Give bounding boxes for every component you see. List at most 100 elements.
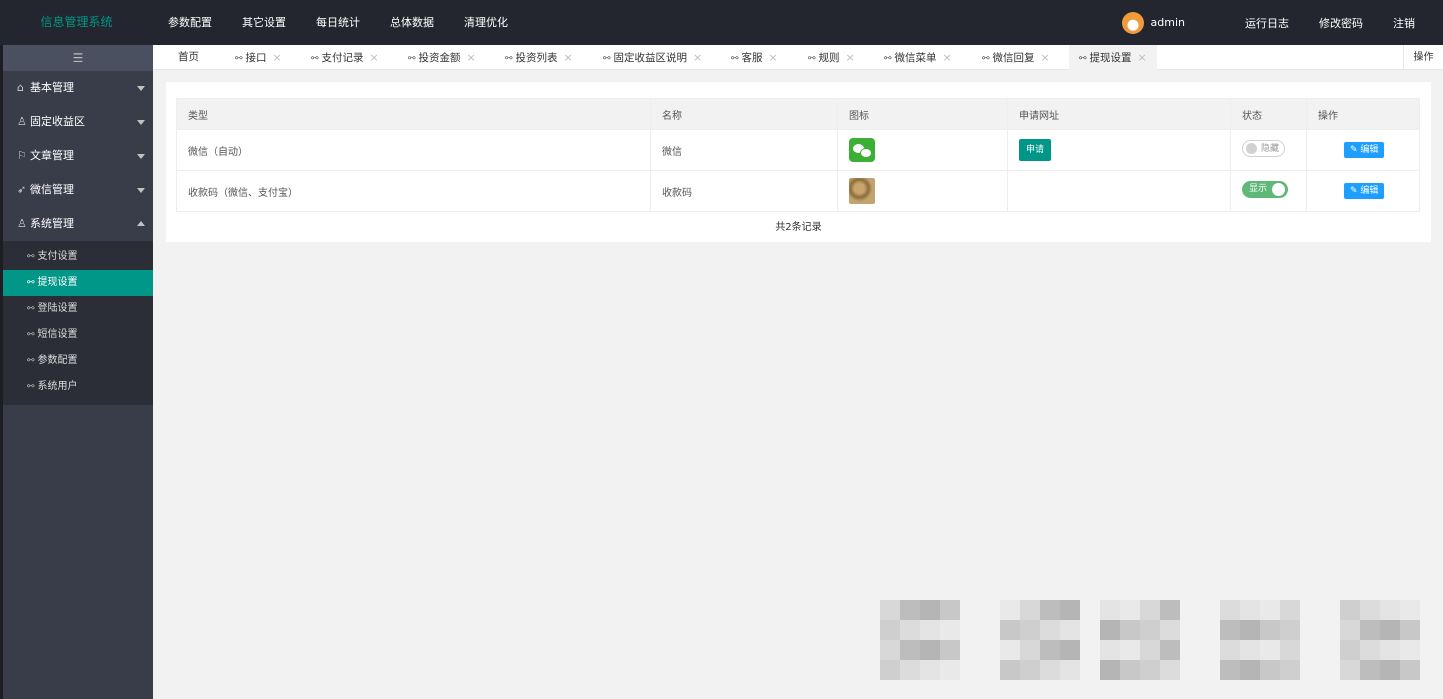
mosaic-cell bbox=[1380, 660, 1400, 680]
tab-api[interactable]: ⚯ 接口 × bbox=[235, 45, 282, 70]
mosaic-cell bbox=[940, 660, 960, 680]
link-icon: ⚯ bbox=[27, 278, 35, 288]
change-password-link[interactable]: 修改密码 bbox=[1319, 15, 1363, 31]
table-row: 收款码（微信、支付宝） 收款码 显示 ✎ 编辑 bbox=[176, 170, 1420, 212]
mosaic-cell bbox=[1040, 640, 1060, 660]
edit-button[interactable]: ✎ 编辑 bbox=[1344, 142, 1385, 158]
mosaic-cell bbox=[900, 620, 920, 640]
edit-button[interactable]: ✎ 编辑 bbox=[1344, 183, 1385, 199]
chevron-down-icon bbox=[137, 120, 145, 125]
status-toggle[interactable]: 隐藏 bbox=[1242, 140, 1285, 157]
close-icon[interactable]: × bbox=[943, 51, 952, 64]
submenu-item-pay-settings[interactable]: ⚯ 支付设置 bbox=[3, 244, 153, 270]
mosaic-cell bbox=[1100, 660, 1120, 680]
tab-label: 接口 bbox=[245, 52, 267, 64]
column-header-type: 类型 bbox=[176, 98, 651, 130]
link-icon: ⚯ bbox=[27, 382, 35, 392]
mosaic-cell bbox=[1280, 620, 1300, 640]
mosaic-cell bbox=[1100, 600, 1120, 620]
username[interactable]: admin bbox=[1151, 16, 1185, 29]
tab-wechat-menu[interactable]: ⚯ 微信菜单 × bbox=[884, 45, 952, 70]
close-icon[interactable]: × bbox=[693, 51, 702, 64]
avatar[interactable] bbox=[1121, 11, 1144, 34]
close-icon[interactable]: × bbox=[846, 51, 855, 64]
system-submenu: ⚯ 支付设置 ⚯ 提现设置 ⚯ 登陆设置 ⚯ 短信设置 ⚯ 参数配置 ⚯ 系统用户 bbox=[3, 241, 153, 405]
record-count: 共2条记录 bbox=[775, 222, 822, 233]
sidebar-item-wechat[interactable]: ➶ 微信管理 bbox=[3, 173, 153, 207]
close-icon[interactable]: × bbox=[370, 51, 379, 64]
close-icon[interactable]: × bbox=[1041, 51, 1050, 64]
apply-button[interactable]: 申请 bbox=[1019, 139, 1052, 161]
tab-customer-service[interactable]: ⚯ 客服 × bbox=[731, 45, 778, 70]
mosaic-cell bbox=[1260, 660, 1280, 680]
link-icon: ⚯ bbox=[1079, 54, 1087, 64]
close-icon[interactable]: × bbox=[564, 51, 573, 64]
submenu-label: 短信设置 bbox=[37, 329, 78, 340]
mosaic-cell bbox=[1160, 600, 1180, 620]
sidebar-item-label: 文章管理 bbox=[30, 149, 74, 162]
content-card: 类型 名称 图标 申请网址 状态 操作 微信（自动） 微信 申请 隐藏 ✎ 编辑… bbox=[166, 82, 1431, 242]
submenu-item-login-settings[interactable]: ⚯ 登陆设置 bbox=[3, 296, 153, 322]
tab-invest-amount[interactable]: ⚯ 投资金额 × bbox=[408, 45, 476, 70]
close-icon[interactable]: × bbox=[769, 51, 778, 64]
app-logo[interactable]: 信息管理系统 bbox=[0, 0, 153, 45]
submenu-item-withdraw-settings[interactable]: ⚯ 提现设置 bbox=[3, 270, 153, 296]
close-icon[interactable]: × bbox=[1138, 51, 1147, 64]
mosaic-cell bbox=[1160, 660, 1180, 680]
mosaic-cell bbox=[1340, 640, 1360, 660]
topnav-item-cleanup[interactable]: 清理优化 bbox=[464, 0, 508, 45]
close-icon[interactable]: × bbox=[467, 51, 476, 64]
tab-rules[interactable]: ⚯ 规则 × bbox=[808, 45, 855, 70]
sidebar: ☰ ⌂ 基本管理 ♙ 固定收益区 ⚐ 文章管理 ➶ 微信管理 ♙ 系统管理 ⚯ 支付设置 ⚯… bbox=[0, 45, 153, 699]
tab-withdraw-settings[interactable]: ⚯ 提现设置 × bbox=[1069, 45, 1157, 70]
mosaic-cell bbox=[1280, 640, 1300, 660]
topnav-item-daily[interactable]: 每日统计 bbox=[316, 0, 360, 45]
toggle-label: 显示 bbox=[1249, 184, 1268, 194]
link-icon: ⚯ bbox=[808, 54, 816, 64]
sidebar-item-articles[interactable]: ⚐ 文章管理 bbox=[3, 139, 153, 173]
tab-pay-records[interactable]: ⚯ 支付记录 × bbox=[311, 45, 379, 70]
table-row: 微信（自动） 微信 申请 隐藏 ✎ 编辑 bbox=[176, 129, 1420, 171]
submenu-item-sms-settings[interactable]: ⚯ 短信设置 bbox=[3, 322, 153, 348]
mosaic-cell bbox=[1060, 660, 1080, 680]
chevron-down-icon bbox=[137, 86, 145, 91]
mosaic-cell bbox=[1360, 600, 1380, 620]
mosaic-cell bbox=[1120, 660, 1140, 680]
mosaic-cell bbox=[1340, 600, 1360, 620]
submenu-item-system-users[interactable]: ⚯ 系统用户 bbox=[3, 374, 153, 400]
chevron-down-icon bbox=[137, 154, 145, 159]
run-log-link[interactable]: 运行日志 bbox=[1245, 15, 1289, 31]
cell-apply: 申请 bbox=[1007, 129, 1231, 171]
sidebar-item-fixed-income[interactable]: ♙ 固定收益区 bbox=[3, 105, 153, 139]
submenu-label: 登陆设置 bbox=[37, 303, 78, 314]
tab-wechat-reply[interactable]: ⚯ 微信回复 × bbox=[982, 45, 1050, 70]
tab-operations-button[interactable]: 操作 bbox=[1403, 45, 1443, 70]
submenu-item-params[interactable]: ⚯ 参数配置 bbox=[3, 348, 153, 374]
pencil-icon: ✎ bbox=[1350, 145, 1358, 155]
mosaic-cell bbox=[1220, 640, 1240, 660]
sidebar-toggle-icon[interactable]: ☰ bbox=[3, 45, 153, 71]
link-icon: ⚯ bbox=[982, 54, 990, 64]
tab-label: 提现设置 bbox=[1089, 52, 1132, 64]
close-icon[interactable]: × bbox=[273, 51, 282, 64]
logout-link[interactable]: 注销 bbox=[1393, 15, 1415, 31]
link-icon: ⚯ bbox=[235, 54, 243, 64]
link-icon: ⚯ bbox=[408, 54, 416, 64]
mosaic-cell bbox=[1000, 600, 1020, 620]
topnav-item-params[interactable]: 参数配置 bbox=[168, 0, 212, 45]
sidebar-item-basic[interactable]: ⌂ 基本管理 bbox=[3, 71, 153, 105]
sidebar-item-system[interactable]: ♙ 系统管理 bbox=[3, 207, 153, 241]
mosaic-cell bbox=[940, 640, 960, 660]
topnav-item-overall[interactable]: 总体数据 bbox=[390, 0, 434, 45]
tab-invest-list[interactable]: ⚯ 投资列表 × bbox=[505, 45, 573, 70]
mosaic-cell bbox=[1400, 640, 1420, 660]
link-icon: ⚯ bbox=[884, 54, 892, 64]
mosaic-cell bbox=[1380, 640, 1400, 660]
mosaic-cell bbox=[1340, 660, 1360, 680]
mosaic-cell bbox=[920, 660, 940, 680]
tab-fixed-income-desc[interactable]: ⚯ 固定收益区说明 × bbox=[603, 45, 702, 70]
status-toggle[interactable]: 显示 bbox=[1242, 181, 1288, 198]
topnav-item-other[interactable]: 其它设置 bbox=[242, 0, 286, 45]
mosaic-cell bbox=[1000, 640, 1020, 660]
tab-home[interactable]: 首页 bbox=[178, 45, 199, 70]
